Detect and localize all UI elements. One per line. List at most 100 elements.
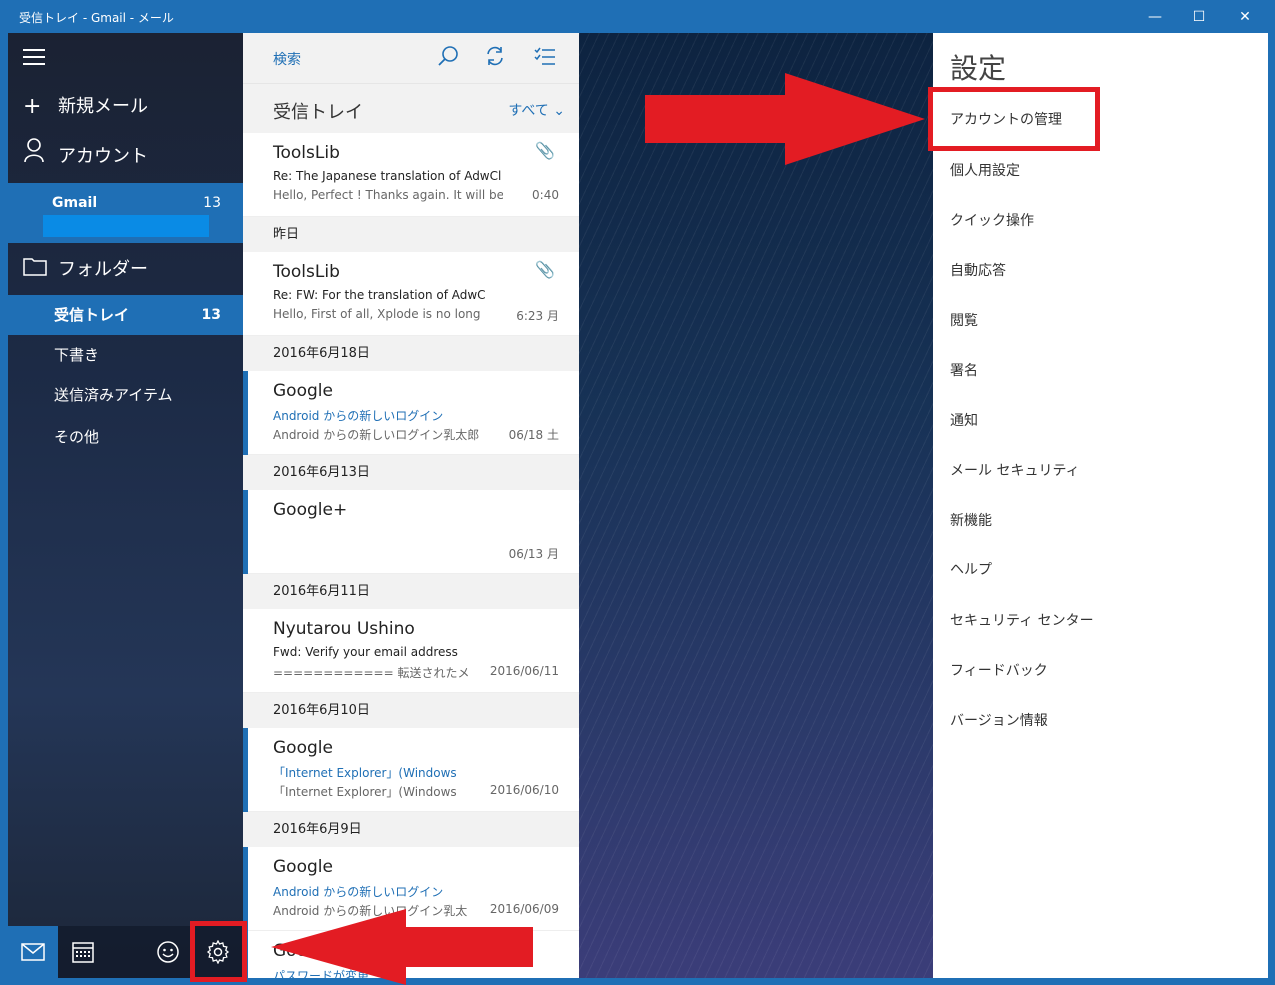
window-title: 受信トレイ - Gmail - メール [19,11,174,25]
message-item[interactable]: Nyutarou Ushino Fwd: Verify your email a… [243,609,579,693]
settings-pane: 設定 アカウントの管理 個人用設定 クイック操作 自動応答 閲覧 署名 通知 メ… [933,33,1268,978]
message-sender: ToolsLib [273,143,340,163]
message-list-pane: 検索 受信トレイ すべて ⌄ ToolsLib 📎 Re: The Japane… [243,33,579,978]
accounts-button[interactable]: アカウント [8,135,243,179]
arrow-right-icon [645,73,925,165]
message-subject: 「Internet Explorer」(Windows [273,766,457,780]
settings-title: 設定 [950,52,1007,85]
date-group-header: 昨日 [243,217,579,252]
message-preview: Hello, Perfect ! Thanks again. It will b… [273,188,503,202]
close-button[interactable]: ✕ [1222,5,1268,29]
settings-item-whats-new[interactable]: 新機能 [950,510,992,530]
sync-icon[interactable] [484,45,506,72]
message-item[interactable]: Google Android からの新しいログイン Android からの新しい… [243,371,579,455]
settings-item-help[interactable]: ヘルプ [950,559,992,579]
folder-label: 下書き [54,346,100,364]
folder-drafts[interactable]: 下書き [8,335,243,375]
folder-inbox[interactable]: 受信トレイ 13 [8,295,243,335]
filter-dropdown[interactable]: すべて ⌄ [508,100,565,120]
settings-item-reading[interactable]: 閲覧 [950,310,978,330]
account-gmail[interactable]: Gmail 13 [8,183,243,243]
folder-sent[interactable]: 送信済みアイテム [8,375,243,415]
message-time: 06/13 月 [508,547,559,561]
message-sender: ToolsLib [273,262,340,282]
message-time: 6:23 月 [516,309,559,323]
folders-label: フォルダー [58,259,148,280]
plus-icon: + [23,94,42,119]
highlight-settings-gear [190,921,247,982]
title-bar: 受信トレイ - Gmail - メール — ☐ ✕ [1,1,1275,33]
settings-item-trust-center[interactable]: セキュリティ センター [950,610,1094,630]
account-address-redacted [43,215,209,237]
folder-icon [23,248,47,292]
folder-count: 13 [201,307,221,323]
message-time: 2016/06/11 [489,664,559,678]
mail-icon[interactable] [8,926,58,978]
message-time: 06/18 土 [508,428,559,442]
message-time: 0:40 [532,188,559,202]
minimize-button[interactable]: — [1132,5,1178,29]
settings-item-quick-actions[interactable]: クイック操作 [950,210,1034,230]
account-unread-count: 13 [203,195,221,211]
message-preview: ============ 転送されたメ [273,666,470,680]
search-input[interactable]: 検索 [273,49,301,69]
chevron-down-icon: ⌄ [553,103,565,119]
message-sender: Google [273,381,333,401]
settings-item-auto-reply[interactable]: 自動応答 [950,260,1006,280]
new-mail-label: 新規メール [58,96,148,117]
message-subject: Re: FW: For the translation of AdwC [273,288,486,302]
message-subject: Re: The Japanese translation of AdwCl [273,169,502,183]
message-time: 2016/06/10 [489,783,559,797]
message-item[interactable]: Google+ 06/13 月 [243,490,579,574]
settings-item-feedback[interactable]: フィードバック [950,660,1048,680]
date-group-header: 2016年6月11日 [243,574,579,609]
date-group-header: 2016年6月9日 [243,812,579,847]
inbox-title: 受信トレイ [273,102,363,123]
hamburger-menu-icon[interactable] [23,49,45,65]
background-image [579,33,933,978]
message-sender: Nyutarou Ushino [273,619,415,639]
date-group-header: 2016年6月13日 [243,455,579,490]
message-sender: Google [273,857,333,877]
mail-window: 受信トレイ - Gmail - メール — ☐ ✕ + 新規メール アカウント … [0,0,1275,985]
attachment-icon: 📎 [535,141,555,160]
folder-label: 送信済みアイテム [54,386,173,404]
settings-item-email-security[interactable]: メール セキュリティ [950,460,1080,480]
new-mail-button[interactable]: + 新規メール [8,85,243,129]
maximize-button[interactable]: ☐ [1176,5,1222,29]
inbox-header: 受信トレイ すべて ⌄ [243,83,579,133]
search-bar: 検索 [243,33,579,83]
message-subject: Android からの新しいログイン [273,885,444,899]
filter-label: すべて [508,103,549,119]
message-subject: Fwd: Verify your email address [273,645,458,659]
search-icon[interactable] [437,45,459,72]
message-sender: Google [273,738,333,758]
message-item[interactable]: Google 「Internet Explorer」(Windows 「Inte… [243,728,579,812]
message-subject: Android からの新しいログイン [273,409,444,423]
message-preview: Hello, First of all, Xplode is no long [273,307,481,321]
folders-button[interactable]: フォルダー [8,248,243,292]
arrow-left-icon [271,909,533,985]
folder-more[interactable]: その他 [8,417,243,457]
settings-item-notifications[interactable]: 通知 [950,410,978,430]
message-preview: Android からの新しいログイン乳太郎 [273,428,480,442]
date-group-header: 2016年6月10日 [243,693,579,728]
feedback-smiley-icon[interactable] [143,926,193,978]
accounts-label: アカウント [58,146,148,167]
settings-item-about[interactable]: バージョン情報 [950,710,1048,730]
settings-item-personalization[interactable]: 個人用設定 [950,160,1020,180]
navigation-pane: + 新規メール アカウント Gmail 13 フォルダー 受信トレイ 13 下書… [8,33,243,978]
settings-item-signature[interactable]: 署名 [950,360,978,380]
message-preview: 「Internet Explorer」(Windows [273,785,457,799]
message-item[interactable]: ToolsLib 📎 Re: FW: For the translation o… [243,252,579,336]
person-icon [23,135,45,179]
highlight-manage-accounts [928,87,1100,151]
message-item[interactable]: ToolsLib 📎 Re: The Japanese translation … [243,133,579,217]
selection-mode-icon[interactable] [534,45,556,72]
account-name: Gmail [52,195,98,211]
date-group-header: 2016年6月18日 [243,336,579,371]
calendar-icon[interactable] [58,926,108,978]
message-sender: Google+ [273,500,348,520]
redacted-content [253,522,498,564]
folder-label: その他 [54,428,100,446]
